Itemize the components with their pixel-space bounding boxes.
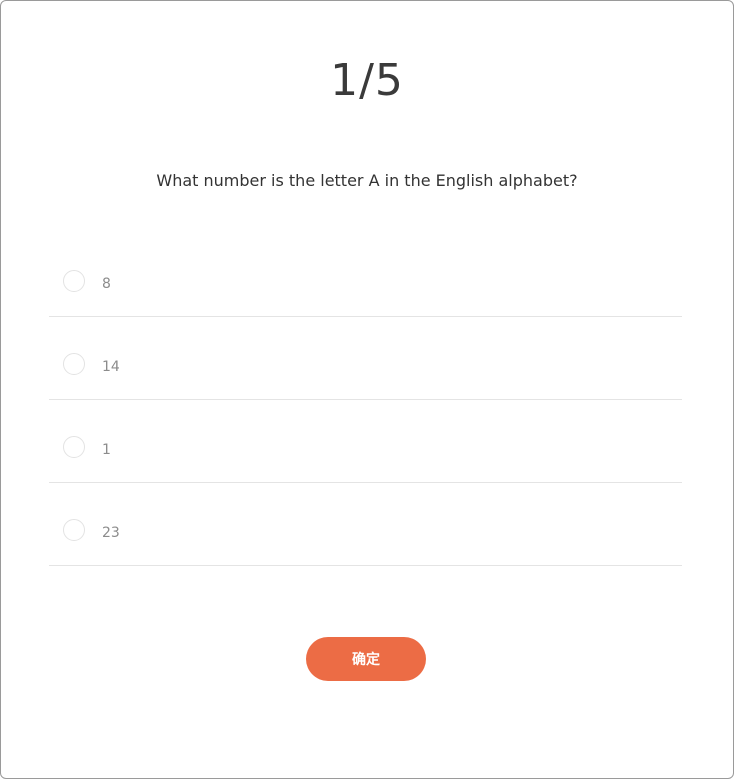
radio-button[interactable] bbox=[63, 270, 85, 292]
question-text: What number is the letter A in the Engli… bbox=[156, 171, 578, 190]
radio-button[interactable] bbox=[63, 353, 85, 375]
radio-button[interactable] bbox=[63, 436, 85, 458]
answer-option[interactable]: 1 bbox=[49, 400, 682, 483]
answer-option[interactable]: 23 bbox=[49, 483, 682, 566]
confirm-button[interactable]: 确定 bbox=[306, 637, 426, 681]
answer-option[interactable]: 8 bbox=[49, 234, 682, 317]
answer-option-label: 8 bbox=[102, 276, 111, 292]
quiz-progress: 1/5 bbox=[330, 55, 404, 106]
answer-option-label: 23 bbox=[102, 525, 120, 541]
quiz-dialog: 1/5 What number is the letter A in the E… bbox=[0, 0, 734, 779]
answer-option[interactable]: 14 bbox=[49, 317, 682, 400]
answer-option-label: 1 bbox=[102, 442, 111, 458]
answer-options-list: 8 14 1 23 bbox=[49, 234, 682, 566]
radio-button[interactable] bbox=[63, 519, 85, 541]
answer-option-label: 14 bbox=[102, 359, 120, 375]
